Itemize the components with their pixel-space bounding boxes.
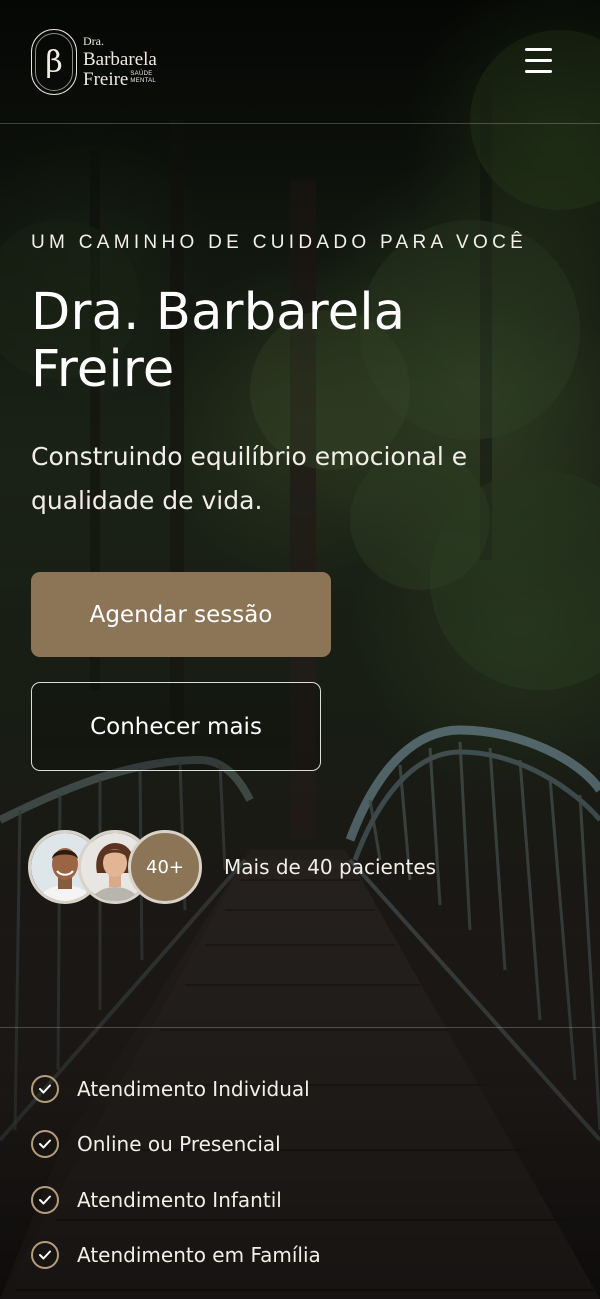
patient-count-badge: 40+ — [128, 830, 202, 904]
service-label: Online ou Presencial — [77, 1132, 281, 1157]
check-circle-icon — [31, 1241, 59, 1270]
brand-logo[interactable]: β Dra. Barbarela Freire SAÚDE MENTAL — [31, 28, 181, 96]
list-item: Online ou Presencial — [31, 1117, 571, 1173]
schedule-session-button[interactable]: Agendar sessão — [31, 572, 331, 657]
hero-title: Dra. Barbarela Freire — [31, 284, 571, 398]
hero-title-line-1: Dra. Barbarela — [31, 283, 406, 342]
learn-more-button[interactable]: Conhecer mais — [31, 682, 321, 771]
list-item: Atendimento em Família — [31, 1228, 571, 1284]
logo-line-2: Barbarela — [83, 49, 157, 70]
section-divider — [0, 1027, 600, 1028]
logo-line-3: Freire — [83, 69, 129, 90]
check-circle-icon — [31, 1074, 59, 1103]
service-label: Atendimento em Família — [77, 1243, 321, 1268]
site-header: β Dra. Barbarela Freire SAÚDE MENTAL — [0, 0, 600, 124]
logo-monogram: β — [31, 29, 77, 95]
service-label: Atendimento Infantil — [77, 1187, 282, 1212]
patient-count-text: Mais de 40 pacientes — [224, 855, 437, 879]
hero-title-line-2: Freire — [31, 340, 175, 399]
list-item: Atendimento Individual — [31, 1061, 571, 1117]
list-item: Atendimento Infantil — [31, 1172, 571, 1228]
patients-social-proof: 40+ Mais de 40 pacientes — [28, 830, 436, 904]
logo-line-1: Dra. — [83, 34, 104, 48]
service-label: Atendimento Individual — [77, 1076, 310, 1101]
hero-subtitle: Construindo equilíbrio emocional e quali… — [31, 442, 468, 515]
logo-wordmark: Dra. Barbarela Freire SAÚDE MENTAL — [83, 35, 158, 89]
services-list: Atendimento Individual Online ou Presenc… — [31, 1061, 571, 1283]
check-circle-icon — [31, 1185, 59, 1214]
check-circle-icon — [31, 1130, 59, 1159]
logo-tagline: SAÚDE MENTAL — [130, 71, 157, 84]
hero-eyebrow: UM CAMINHO DE CUIDADO PARA VOCÊ — [31, 232, 528, 253]
hamburger-menu-icon[interactable] — [522, 45, 554, 77]
